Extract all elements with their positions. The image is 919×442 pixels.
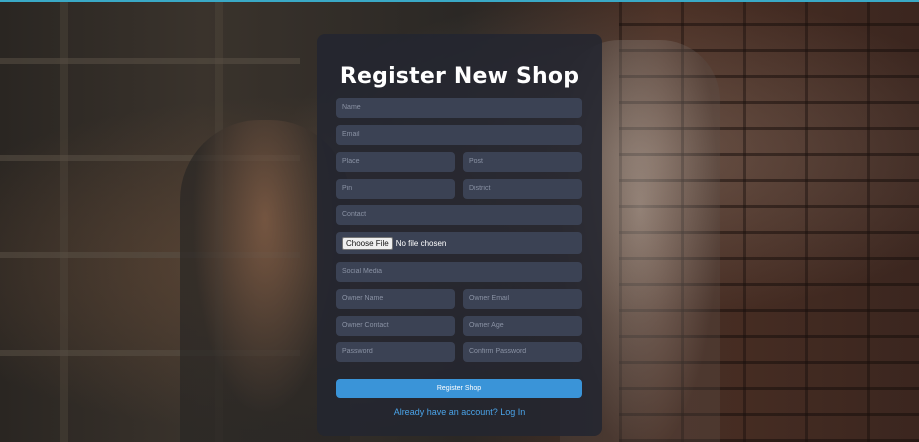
choose-file-button[interactable]: Choose File xyxy=(342,236,393,250)
password-input[interactable] xyxy=(336,342,455,362)
login-link[interactable]: Already have an account? Log In xyxy=(317,407,602,417)
page-title: Register New Shop xyxy=(339,64,580,89)
confirm-password-input[interactable] xyxy=(463,342,582,362)
contact-input[interactable] xyxy=(336,205,582,225)
post-input[interactable] xyxy=(463,152,582,172)
email-input[interactable] xyxy=(336,125,582,145)
top-accent-line xyxy=(0,0,919,2)
owner-email-input[interactable] xyxy=(463,289,582,309)
pin-input[interactable] xyxy=(336,179,455,199)
place-input[interactable] xyxy=(336,152,455,172)
social-media-input[interactable] xyxy=(336,262,582,282)
name-input[interactable] xyxy=(336,98,582,118)
file-status-text: No file chosen xyxy=(395,238,447,248)
owner-contact-input[interactable] xyxy=(336,316,455,336)
owner-name-input[interactable] xyxy=(336,289,455,309)
district-input[interactable] xyxy=(463,179,582,199)
owner-age-input[interactable] xyxy=(463,316,582,336)
register-shop-button[interactable]: Register Shop xyxy=(336,379,582,398)
file-upload: Choose File No file chosen xyxy=(336,232,582,254)
